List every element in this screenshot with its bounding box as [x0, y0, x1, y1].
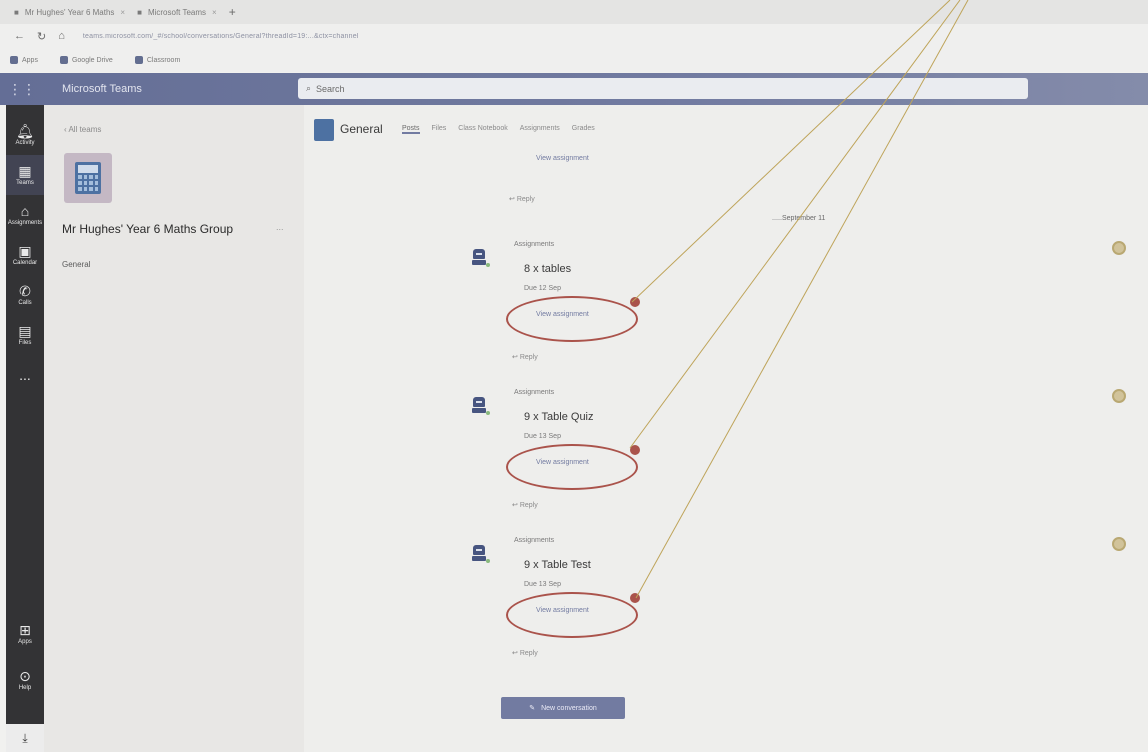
app-rail: 🔔︎ Activity ▦ Teams ⌂ Assignments ▣ Calendar…	[6, 105, 44, 752]
tab-favicon: ■	[137, 7, 142, 17]
assignments-bot-avatar	[472, 545, 490, 563]
bookmark-item[interactable]: Google Drive	[59, 56, 113, 64]
bookmarks-bar: Apps Google Drive Classroom	[0, 48, 1148, 72]
home-icon[interactable]: ⌂	[58, 30, 65, 42]
rail-item-files[interactable]: ▤ Files	[6, 315, 44, 355]
team-panel: ‹ All teams Mr Hughes' Year 6 Maths Grou…	[44, 105, 304, 752]
teams-header: ⋮⋮ Microsoft Teams ⌕ Search	[0, 73, 1148, 105]
reload-icon[interactable]: ↻	[37, 30, 46, 43]
annotation-circle	[506, 444, 638, 490]
reaction-icon[interactable]	[1112, 537, 1126, 551]
browser-tab-bar: ■ Mr Hughes' Year 6 Maths × ■ Microsoft …	[0, 0, 1148, 24]
apps-icon: ⊞	[19, 622, 31, 638]
close-icon[interactable]: ×	[212, 8, 217, 17]
browser-tab-2[interactable]: ■ Microsoft Teams ×	[137, 8, 217, 17]
annotation-circle	[506, 296, 638, 342]
bookmark-item[interactable]: Classroom	[134, 56, 180, 64]
post-author: Assignments	[514, 389, 555, 396]
view-assignment-button[interactable]: View assignment	[536, 311, 589, 318]
team-avatar	[64, 153, 112, 203]
bookmark-icon	[59, 56, 68, 64]
rail-item-teams[interactable]: ▦ Teams	[6, 155, 44, 195]
bookmark-icon	[10, 56, 18, 64]
download-icon[interactable]: ⤓	[6, 724, 44, 752]
tab-grades[interactable]: Grades	[572, 125, 595, 134]
tab-favicon: ■	[14, 7, 19, 17]
reply-link[interactable]: ↩ Reply	[512, 501, 538, 509]
assignment-due: Due 12 Sep	[524, 285, 561, 292]
rail-item-assignments[interactable]: ⌂ Assignments	[6, 195, 44, 235]
bookmark-item[interactable]: Apps	[10, 56, 38, 64]
channel-item-general[interactable]: General	[62, 260, 90, 269]
bell-icon: 🔔︎	[16, 123, 34, 139]
app-launcher-icon[interactable]: ⋮⋮	[0, 73, 44, 105]
reaction-icon[interactable]	[1112, 241, 1126, 255]
files-icon: ▤	[18, 323, 32, 339]
new-tab-icon[interactable]: +	[229, 5, 236, 19]
annotation-dot	[630, 445, 640, 455]
channel-main: General Posts Files Class Notebook Assig…	[304, 105, 1148, 752]
back-arrow-icon[interactable]: ←	[14, 30, 25, 42]
more-options-icon[interactable]: ...	[276, 222, 284, 232]
app-title: Microsoft Teams	[62, 83, 142, 95]
assignments-bot-avatar	[472, 397, 490, 415]
date-divider: September 11	[771, 215, 826, 222]
rail-item-activity[interactable]: 🔔︎ Activity	[6, 115, 44, 155]
reply-link[interactable]: ↩ Reply	[509, 195, 535, 203]
assignment-title: 9 x Table Quiz	[524, 411, 594, 423]
post-author: Assignments	[514, 537, 555, 544]
browser-tab-1[interactable]: ■ Mr Hughes' Year 6 Maths ×	[14, 8, 125, 17]
annotation-dot	[630, 593, 640, 603]
new-conversation-button[interactable]: ✎ New conversation	[501, 697, 625, 719]
view-assignment-button[interactable]: View assignment	[536, 607, 589, 614]
rail-item-calls[interactable]: ✆ Calls	[6, 275, 44, 315]
calculator-icon	[75, 162, 101, 194]
assignments-icon: ⌂	[20, 203, 30, 219]
channel-team-icon	[314, 119, 334, 141]
assignment-due: Due 13 Sep	[524, 433, 561, 440]
team-name: Mr Hughes' Year 6 Maths Group	[62, 222, 234, 236]
rail-bottom: ⊞ Apps ⊙ Help	[6, 614, 44, 700]
rail-item-more[interactable]: ...	[6, 355, 44, 395]
address-bar: ← ↻ ⌂ teams.microsoft.com/_#/school/conv…	[0, 24, 1148, 48]
reply-link[interactable]: ↩ Reply	[512, 353, 538, 361]
phone-icon: ✆	[19, 283, 31, 299]
tab-class-notebook[interactable]: Class Notebook	[458, 125, 507, 134]
channel-tabs: Posts Files Class Notebook Assignments G…	[402, 125, 595, 134]
rail-item-calendar[interactable]: ▣ Calendar	[6, 235, 44, 275]
tab-posts[interactable]: Posts	[402, 125, 420, 134]
tab-files[interactable]: Files	[432, 125, 447, 134]
annotation-circle	[506, 592, 638, 638]
rail-item-apps[interactable]: ⊞ Apps	[6, 614, 44, 654]
help-icon: ⊙	[19, 668, 31, 684]
reaction-icon[interactable]	[1112, 389, 1126, 403]
channel-title: General	[340, 122, 383, 136]
teams-icon: ▦	[18, 163, 32, 179]
compose-icon: ✎	[529, 705, 536, 712]
url-field[interactable]: teams.microsoft.com/_#/school/conversati…	[83, 33, 359, 40]
reply-link[interactable]: ↩ Reply	[512, 649, 538, 657]
search-icon: ⌕	[306, 83, 312, 93]
search-input[interactable]: ⌕ Search	[298, 78, 1028, 99]
calendar-icon: ▣	[18, 243, 32, 259]
post-author: Assignments	[514, 241, 555, 248]
tab-assignments[interactable]: Assignments	[520, 125, 560, 134]
view-assignment-link[interactable]: View assignment	[536, 155, 589, 162]
rail-item-help[interactable]: ⊙ Help	[6, 660, 44, 700]
assignments-bot-avatar	[472, 249, 490, 267]
all-teams-link[interactable]: ‹ All teams	[64, 125, 101, 134]
close-icon[interactable]: ×	[120, 8, 125, 17]
assignment-title: 8 x tables	[524, 263, 572, 275]
assignment-title: 9 x Table Test	[524, 559, 591, 571]
view-assignment-button[interactable]: View assignment	[536, 459, 589, 466]
annotation-dot	[630, 297, 640, 307]
assignment-due: Due 13 Sep	[524, 581, 561, 588]
more-icon: ...	[19, 367, 31, 383]
bookmark-icon	[134, 56, 143, 64]
